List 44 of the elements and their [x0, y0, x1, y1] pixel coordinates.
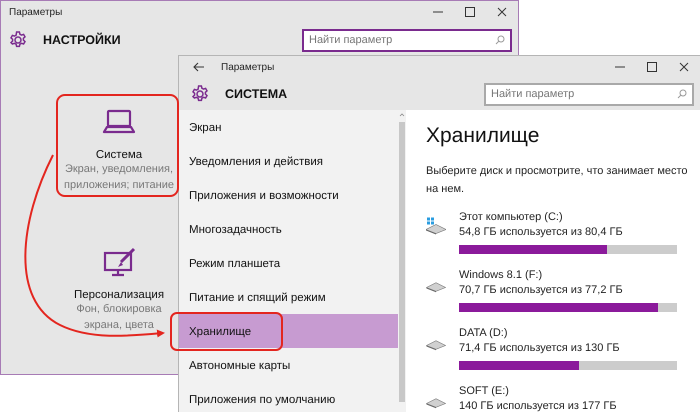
search-icon [677, 88, 687, 98]
tile-subtitle: Фон, блокировка экрана, цвета [76, 302, 162, 333]
search-field[interactable]: Найти параметр [302, 28, 512, 52]
sidebar-item[interactable]: Питание и спящий режим [179, 280, 398, 314]
category-tile[interactable]: Система Экран, уведомления, приложения; питание [58, 95, 180, 195]
sidebar-item[interactable]: Режим планшета [179, 246, 398, 280]
drive-name[interactable]: Windows 8.1 (F:) [459, 268, 677, 283]
drive-icon [426, 282, 446, 293]
drive-usage: 54,8 ГБ используется из 80,4 ГБ [459, 225, 624, 240]
window-title: Параметры [221, 62, 276, 72]
gear-icon [191, 85, 209, 103]
sidebar-item[interactable]: Уведомления и действия [179, 144, 398, 178]
category-tile[interactable]: Персонализация Фон, блокировка экрана, цвета [58, 235, 180, 335]
section-description: Выберите диск и просмотрите, что занимает место на нем. [426, 164, 689, 197]
gear-icon [9, 31, 27, 49]
drive-name[interactable]: SOFT (E:) [459, 384, 617, 399]
maximize-button[interactable] [465, 7, 475, 17]
sidebar-item[interactable]: Автономные карты [179, 348, 398, 382]
page-heading: СИСТЕМА [225, 87, 288, 101]
drive-name[interactable]: DATA (D:) [459, 326, 677, 341]
sidebar-item[interactable]: Хранилище [179, 314, 398, 348]
drive-usage: 71,4 ГБ используется из 130 ГБ [459, 341, 621, 356]
close-button[interactable] [679, 62, 689, 72]
drive-name[interactable]: Этот компьютер (C:) [459, 210, 677, 225]
drive-usage: 70,7 ГБ используется из 77,2 ГБ [459, 283, 624, 298]
sidebar-item[interactable]: Многозадачность [179, 212, 398, 246]
drive-icon [426, 398, 446, 409]
drive-icon [426, 340, 446, 351]
window-title: Параметры [9, 6, 64, 18]
maximize-button[interactable] [647, 62, 657, 72]
section-title: Хранилище [426, 124, 540, 148]
sidebar-item[interactable]: Экран [179, 110, 398, 144]
search-icon [495, 34, 505, 44]
system-drive-icon [426, 217, 446, 235]
tile-title: Система [96, 149, 142, 161]
monitor-brush-icon [101, 247, 137, 277]
drive-usage: 140 ГБ используется из 177 ГБ [459, 399, 617, 412]
sidebar-item[interactable]: Приложения и возможности [179, 178, 398, 212]
tile-subtitle: Экран, уведомления, приложения; питание [64, 162, 174, 193]
search-field[interactable]: Найти параметр [484, 82, 694, 106]
page-heading: НАСТРОЙКИ [43, 33, 122, 47]
close-button[interactable] [497, 7, 507, 17]
tile-title: Персонализация [74, 289, 164, 301]
sidebar-item[interactable]: Приложения по умолчанию [179, 382, 398, 412]
